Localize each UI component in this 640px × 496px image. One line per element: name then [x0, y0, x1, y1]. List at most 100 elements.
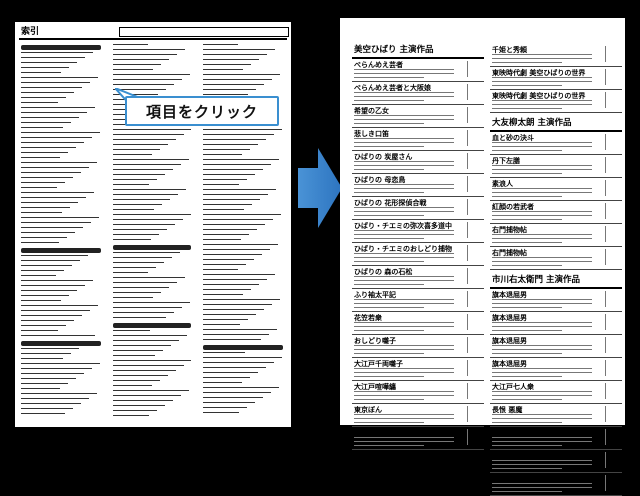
- index-entry-line[interactable]: [113, 405, 165, 406]
- index-entry-line[interactable]: [203, 69, 243, 70]
- index-entry-line[interactable]: [203, 249, 270, 250]
- work-entry[interactable]: 右門捕物帖: [490, 224, 622, 247]
- index-entry-line[interactable]: [113, 134, 184, 135]
- index-entry-line[interactable]: [203, 387, 279, 388]
- work-entry[interactable]: お嬢吉三: [352, 427, 484, 450]
- work-entry[interactable]: 旗本退屈男: [490, 335, 622, 358]
- index-entry-line[interactable]: [21, 137, 92, 138]
- index-entry-line[interactable]: [113, 345, 171, 346]
- index-entry-line[interactable]: [203, 159, 279, 160]
- index-entry-line[interactable]: [21, 393, 97, 394]
- index-entry-line[interactable]: [21, 280, 93, 281]
- index-entry-line[interactable]: [113, 79, 182, 80]
- index-entry-line[interactable]: [21, 398, 89, 399]
- index-entry-line[interactable]: [21, 152, 68, 153]
- index-entry-line[interactable]: [203, 54, 267, 55]
- index-entry-line[interactable]: [113, 395, 181, 396]
- index-entry-line[interactable]: [113, 159, 189, 160]
- index-entry-line[interactable]: [203, 154, 242, 155]
- index-entry-line[interactable]: [203, 239, 241, 240]
- index-entry-line[interactable]: [203, 184, 239, 185]
- work-entry[interactable]: ひばりの 母恋鳥: [352, 174, 484, 197]
- index-entry-line[interactable]: [21, 325, 66, 326]
- index-entry-line[interactable]: [203, 64, 251, 65]
- index-entry-line[interactable]: [21, 348, 79, 349]
- index-entry-line[interactable]: [113, 267, 156, 268]
- index-entry-line[interactable]: [203, 199, 260, 200]
- work-entry[interactable]: 旗本退屈男: [490, 358, 622, 381]
- index-entry-line[interactable]: [203, 269, 238, 270]
- index-entry-line[interactable]: [203, 44, 238, 45]
- index-entry-line[interactable]: [203, 189, 276, 190]
- index-entry-line[interactable]: [21, 300, 61, 301]
- index-entry-line[interactable]: [113, 297, 153, 298]
- index-entry-line[interactable]: [21, 132, 100, 133]
- index-entry-line[interactable]: [21, 127, 63, 128]
- index-entry-line[interactable]: [203, 164, 271, 165]
- index-entry-line[interactable]: [21, 107, 95, 108]
- index-entry-line[interactable]: [113, 69, 153, 70]
- work-entry[interactable]: ひばりの 花形探偵合戦: [352, 197, 484, 220]
- index-entry-line[interactable]: [113, 129, 191, 130]
- index-entry-line[interactable]: [21, 92, 74, 93]
- index-entry-line[interactable]: [21, 202, 78, 203]
- index-entry-line[interactable]: [21, 197, 86, 198]
- index-entry-line[interactable]: [113, 277, 185, 278]
- index-entry-line[interactable]: [203, 179, 247, 180]
- work-entry[interactable]: ひばりの 炭屋さん: [352, 151, 484, 174]
- index-entry-line[interactable]: [113, 385, 152, 386]
- index-entry-line[interactable]: [203, 74, 280, 75]
- index-entry-line[interactable]: [203, 144, 258, 145]
- index-entry-line[interactable]: [203, 377, 250, 378]
- index-entry-line[interactable]: [21, 217, 99, 218]
- index-entry-line[interactable]: [203, 309, 264, 310]
- work-entry[interactable]: 血斗水滸伝: [490, 473, 622, 496]
- index-entry-line[interactable]: [113, 282, 177, 283]
- index-entry-line[interactable]: [203, 169, 263, 170]
- index-entry-line[interactable]: [113, 44, 148, 45]
- index-entry-line[interactable]: [21, 112, 87, 113]
- index-entry-line[interactable]: [21, 57, 85, 58]
- index-entry-line[interactable]: [113, 214, 191, 215]
- index-entry-line[interactable]: [203, 357, 282, 358]
- index-entry-line[interactable]: [21, 157, 60, 158]
- index-entry-line[interactable]: [113, 64, 161, 65]
- index-entry-line[interactable]: [113, 307, 182, 308]
- index-entry-line[interactable]: [113, 204, 162, 205]
- index-entry-line[interactable]: [113, 54, 177, 55]
- index-entry-line[interactable]: [21, 122, 71, 123]
- index-entry-line[interactable]: [21, 368, 92, 369]
- index-entry-line[interactable]: [21, 290, 77, 291]
- index-entry-line[interactable]: [113, 194, 178, 195]
- index-entry-line[interactable]: [21, 270, 64, 271]
- index-entry-line[interactable]: [21, 222, 91, 223]
- index-entry-line[interactable]: [21, 52, 93, 53]
- index-entry-line[interactable]: [113, 149, 160, 150]
- work-entry[interactable]: ひばり・チエミのおしどり捕物: [352, 243, 484, 266]
- work-entry[interactable]: 東京ぼん: [352, 404, 484, 427]
- index-entry-line[interactable]: [203, 204, 252, 205]
- index-entry-line[interactable]: [21, 72, 61, 73]
- work-entry[interactable]: 紅顔の若武者: [490, 201, 622, 224]
- index-entry-line[interactable]: [113, 410, 157, 411]
- index-entry-line[interactable]: [203, 79, 272, 80]
- index-entry-line[interactable]: [113, 380, 160, 381]
- index-entry-line[interactable]: [113, 262, 164, 263]
- index-entry-line[interactable]: [113, 219, 183, 220]
- index-entry-line[interactable]: [113, 59, 169, 60]
- index-entry-line[interactable]: [21, 388, 60, 389]
- index-entry-line[interactable]: [203, 279, 267, 280]
- index-entry-line[interactable]: [203, 412, 239, 413]
- index-entry-line[interactable]: [113, 400, 173, 401]
- work-entry[interactable]: 東映時代劇 美空ひばりの世界: [490, 67, 622, 90]
- index-entry-line[interactable]: [203, 244, 278, 245]
- index-entry-line[interactable]: [21, 62, 77, 63]
- index-entry-line[interactable]: [113, 49, 185, 50]
- index-entry-line[interactable]: [113, 365, 184, 366]
- index-entry-line[interactable]: [113, 139, 176, 140]
- index-entry-line[interactable]: [113, 415, 149, 416]
- index-entry-line[interactable]: [21, 255, 88, 256]
- index-entry-line[interactable]: [203, 174, 255, 175]
- index-entry-line[interactable]: [21, 413, 65, 414]
- index-entry-line[interactable]: [21, 77, 98, 78]
